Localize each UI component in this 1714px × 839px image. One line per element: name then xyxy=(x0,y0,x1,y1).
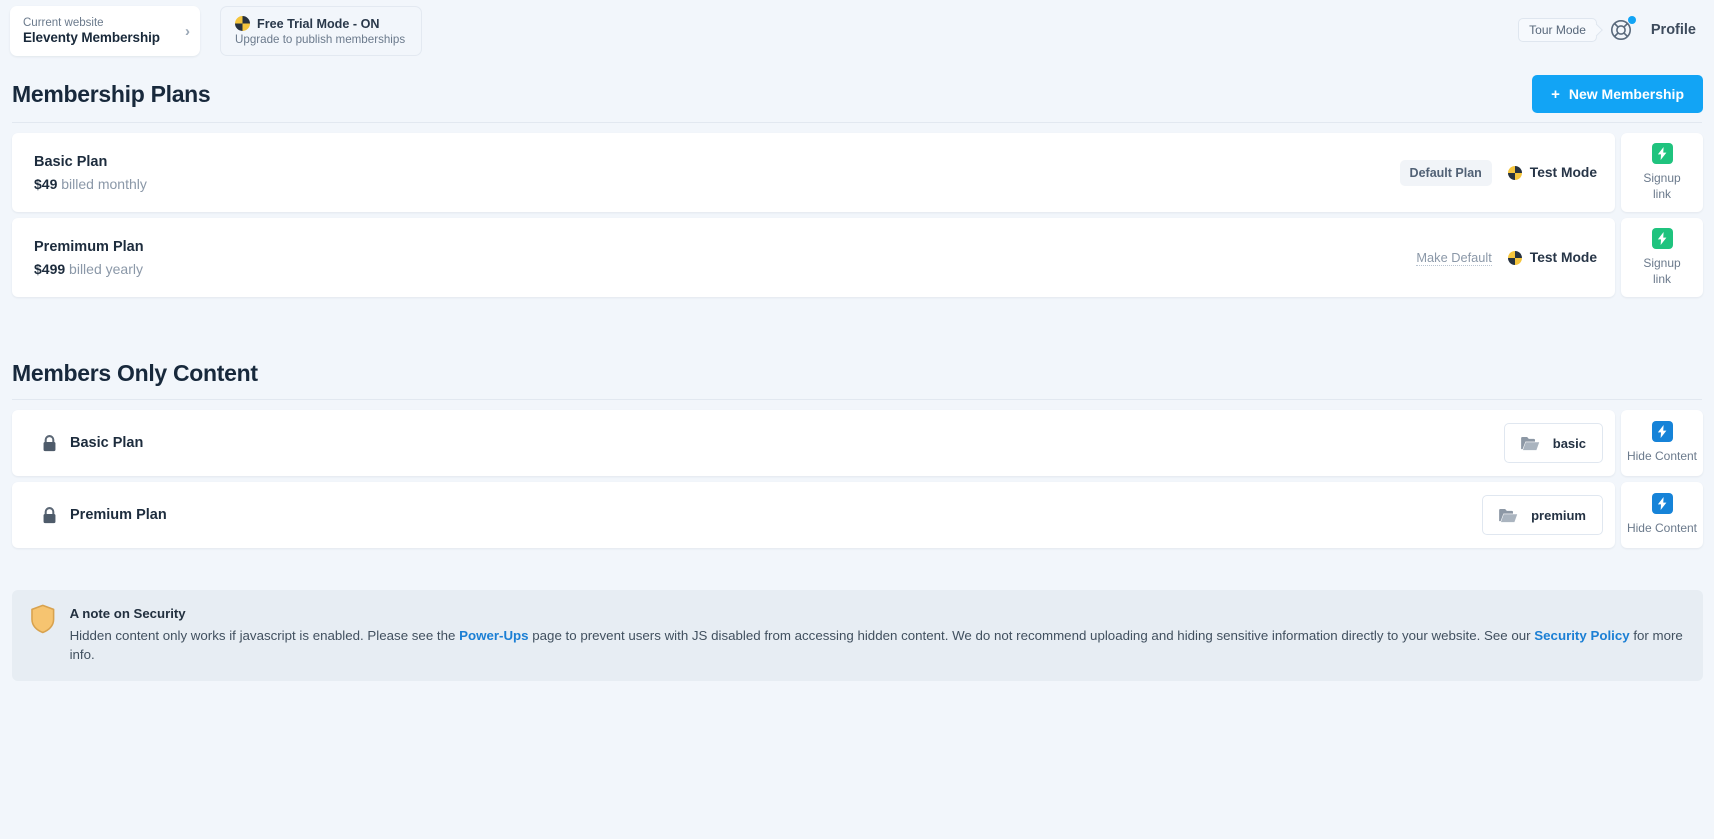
signup-link-label-line1: Signup xyxy=(1643,171,1681,186)
plan-name: Premimum Plan xyxy=(34,238,144,255)
chevron-right-icon: › xyxy=(185,22,190,40)
top-bar-right: Tour Mode Profile xyxy=(1518,16,1696,42)
test-mode-pie-icon xyxy=(1507,165,1522,180)
plan-price-amount: $499 xyxy=(34,260,66,277)
test-mode-pie-icon xyxy=(235,16,250,31)
hide-content-label: Hide Content xyxy=(1626,521,1698,536)
signup-link-card[interactable]: Signup link xyxy=(1621,133,1703,212)
new-membership-button[interactable]: + New Membership xyxy=(1532,75,1703,113)
default-plan-badge[interactable]: Default Plan xyxy=(1399,159,1492,186)
signup-link-label-line1: Signup xyxy=(1643,256,1681,271)
hide-content-card[interactable]: Hide Content xyxy=(1621,410,1703,476)
hide-content-card[interactable]: Hide Content xyxy=(1621,482,1703,548)
content-name: Premium Plan xyxy=(70,507,167,523)
content-tag-button[interactable]: premium xyxy=(1482,495,1603,535)
plan-price: $499 billed yearly xyxy=(34,261,1416,277)
signup-link-label: Signup link xyxy=(1643,171,1680,202)
list-item: Premium Plan premium Hide Content xyxy=(12,482,1703,548)
signup-link-label-line2: link xyxy=(1652,271,1671,286)
signup-link-label: Signup link xyxy=(1643,256,1680,287)
signup-link-card[interactable]: Signup link xyxy=(1621,218,1703,297)
notification-dot xyxy=(1627,16,1636,24)
plan-billing-period: billed yearly xyxy=(69,260,143,277)
content-name: Basic Plan xyxy=(70,435,144,451)
bolt-icon xyxy=(1651,228,1673,250)
bolt-icon xyxy=(1651,493,1673,515)
current-website-name: Eleventy Membership xyxy=(23,29,160,45)
plan-price: $49 billed monthly xyxy=(34,176,1400,192)
test-mode-label: Test Mode xyxy=(1529,250,1597,265)
bolt-icon xyxy=(1651,143,1673,165)
profile-button[interactable]: Profile xyxy=(1651,22,1696,38)
security-note-text-1: Hidden content only works if javascript … xyxy=(69,628,460,644)
test-mode-pie-icon xyxy=(1507,250,1522,265)
security-policy-link[interactable]: Security Policy xyxy=(1534,628,1629,643)
plan-card-basic[interactable]: Basic Plan $49 billed monthly Default Pl… xyxy=(12,133,1615,212)
help-button[interactable] xyxy=(1609,16,1636,42)
members-only-title: Members Only Content xyxy=(12,360,258,386)
plus-icon: + xyxy=(1551,85,1560,103)
content-tag-button[interactable]: basic xyxy=(1503,423,1603,463)
make-default-link[interactable]: Make Default xyxy=(1416,250,1492,266)
top-bar: Current website Eleventy Membership › Fr… xyxy=(0,0,1714,66)
page-title: Membership Plans xyxy=(12,80,211,107)
content-tag-label: basic xyxy=(1552,435,1586,451)
lock-icon xyxy=(43,434,56,451)
list-item: Basic Plan basic Hide Content xyxy=(12,410,1703,476)
security-note: A note on Security Hidden content only w… xyxy=(12,590,1703,681)
page-content: Membership Plans + New Membership Basic … xyxy=(0,66,1714,681)
signup-link-label-line2: link xyxy=(1652,186,1671,201)
power-ups-link[interactable]: Power-Ups xyxy=(459,628,528,643)
plan-name: Basic Plan xyxy=(34,153,108,170)
members-only-list: Basic Plan basic Hide Content Premium Pl… xyxy=(0,400,1714,548)
current-website-label: Current website xyxy=(23,16,104,29)
test-mode-toggle[interactable]: Test Mode xyxy=(1507,165,1597,180)
test-mode-toggle[interactable]: Test Mode xyxy=(1507,250,1597,265)
bolt-icon xyxy=(1651,421,1673,443)
hide-content-label: Hide Content xyxy=(1626,449,1698,464)
membership-plans-header: Membership Plans + New Membership xyxy=(0,66,1714,122)
folder-open-icon xyxy=(1520,436,1539,450)
lock-icon xyxy=(43,506,56,523)
free-trial-banner[interactable]: Free Trial Mode - ON Upgrade to publish … xyxy=(220,6,423,56)
security-note-title: A note on Security xyxy=(69,606,186,621)
content-card-basic[interactable]: Basic Plan basic xyxy=(12,410,1615,476)
current-website-switcher[interactable]: Current website Eleventy Membership › xyxy=(10,6,200,56)
free-trial-subtitle: Upgrade to publish memberships xyxy=(235,33,406,46)
content-card-premium[interactable]: Premium Plan premium xyxy=(12,482,1615,548)
content-tag-label: premium xyxy=(1531,507,1586,523)
plan-price-amount: $49 xyxy=(34,175,58,192)
plan-billing-period: billed monthly xyxy=(61,175,147,192)
plan-card-premium[interactable]: Premimum Plan $499 billed yearly Make De… xyxy=(12,218,1615,297)
table-row: Basic Plan $49 billed monthly Default Pl… xyxy=(12,133,1703,212)
security-note-text-2: page to prevent users with JS disabled f… xyxy=(528,628,1535,644)
shield-icon xyxy=(31,604,55,634)
security-note-text: Hidden content only works if javascript … xyxy=(70,626,1685,665)
free-trial-title: Free Trial Mode - ON xyxy=(257,16,380,31)
table-row: Premimum Plan $499 billed yearly Make De… xyxy=(12,218,1703,297)
membership-plans-list: Basic Plan $49 billed monthly Default Pl… xyxy=(0,123,1714,297)
test-mode-label: Test Mode xyxy=(1529,165,1597,180)
tour-mode-button[interactable]: Tour Mode xyxy=(1518,18,1597,42)
folder-open-icon xyxy=(1499,508,1518,522)
new-membership-label: New Membership xyxy=(1568,86,1684,102)
members-only-header: Members Only Content xyxy=(0,303,1714,399)
